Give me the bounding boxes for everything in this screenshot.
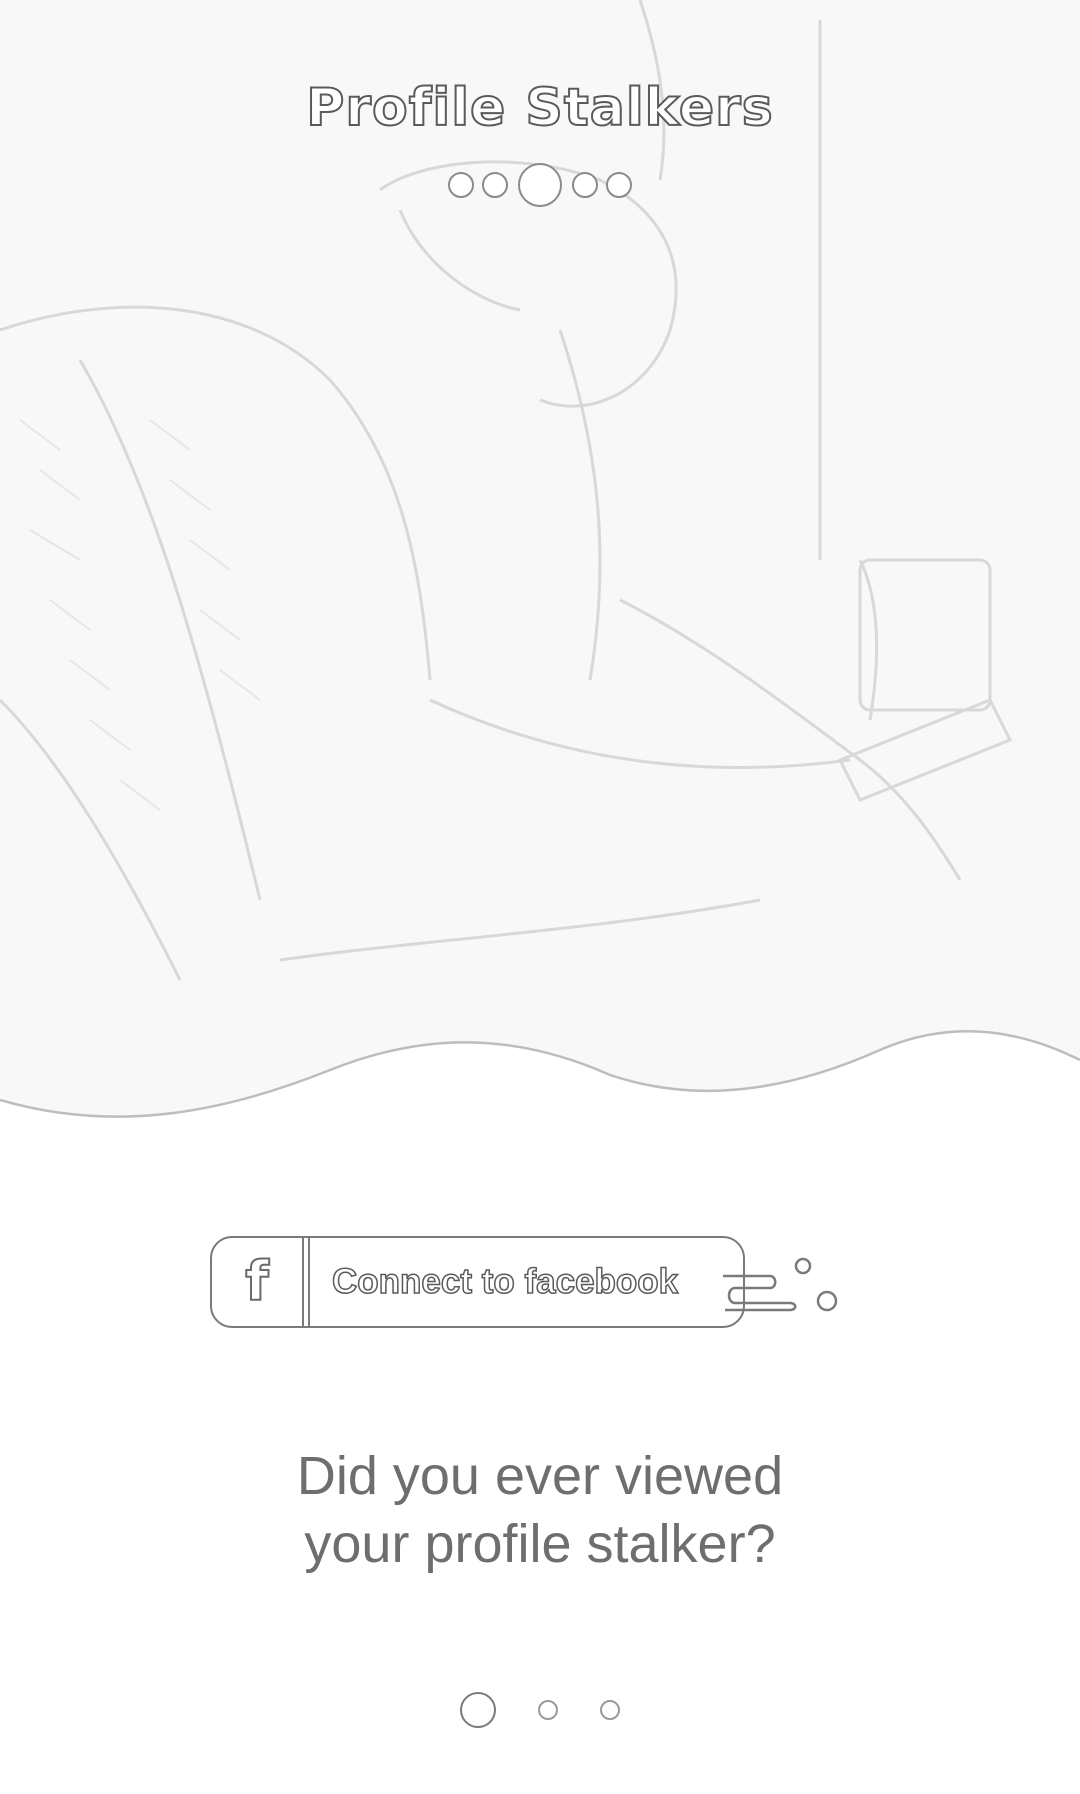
connect-facebook-button[interactable]: f Connect to facebook <box>210 1236 745 1328</box>
connect-facebook-label: Connect to facebook <box>331 1261 679 1302</box>
page-dot-active[interactable] <box>460 1692 496 1728</box>
button-decoration-trail <box>723 1257 838 1312</box>
progress-dot-active <box>518 163 562 207</box>
question-line-1: Did you ever viewed <box>296 1446 784 1506</box>
question-line-2: your profile stalker? <box>304 1514 776 1574</box>
page-dot[interactable] <box>600 1700 620 1720</box>
page-dot[interactable] <box>538 1700 558 1720</box>
progress-dot <box>572 172 598 198</box>
facebook-icon-box: f <box>212 1238 304 1326</box>
onboarding-question: Did you ever viewed your profile stalker… <box>0 1442 1080 1578</box>
progress-dot <box>606 172 632 198</box>
progress-dot <box>448 172 474 198</box>
onboarding-progress-indicator <box>0 160 1080 210</box>
page-indicator[interactable] <box>0 1690 1080 1730</box>
facebook-f-icon: f <box>244 1250 269 1313</box>
app-title: Profile Stalkers <box>305 77 774 139</box>
progress-dot <box>482 172 508 198</box>
